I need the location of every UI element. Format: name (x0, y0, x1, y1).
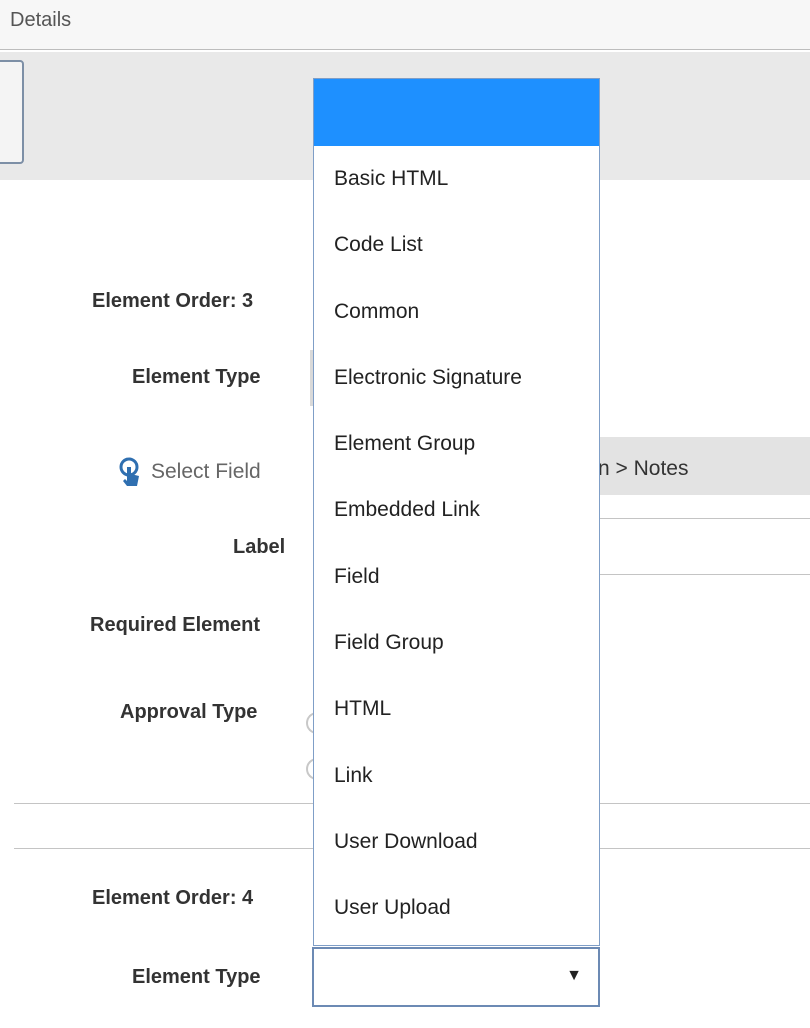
element-type-select[interactable]: ▼ (312, 947, 600, 1007)
approval-type-label: Approval Type (120, 701, 258, 723)
select-field-button[interactable]: Select Field (117, 457, 261, 487)
dropdown-option-html[interactable]: HTML (314, 676, 599, 742)
dropdown-option-empty[interactable] (314, 79, 599, 146)
required-element-label: Required Element (90, 614, 261, 636)
dropdown-option-electronic-signature[interactable]: Electronic Signature (314, 345, 599, 411)
label-label: Label (233, 536, 286, 558)
toolbar-button[interactable] (0, 60, 24, 164)
dropdown-option-field[interactable]: Field (314, 544, 599, 610)
select-field-label: Select Field (151, 460, 261, 483)
element-type-dropdown[interactable]: Basic HTML Code List Common Electronic S… (313, 78, 600, 946)
element-order-4-label: Element Order: 4 (92, 887, 254, 909)
touch-pointer-icon (119, 457, 139, 486)
dropdown-option-link[interactable]: Link (314, 743, 599, 809)
dropdown-option-field-group[interactable]: Field Group (314, 610, 599, 676)
caret-down-icon: ▼ (566, 967, 582, 984)
dropdown-option-user-upload[interactable]: User Upload (314, 875, 599, 941)
element-order-label: Element Order: 3 (92, 290, 254, 312)
dropdown-option-code-list[interactable]: Code List (314, 212, 599, 278)
details-tab[interactable]: Details (10, 9, 71, 32)
element-type-4-label: Element Type (132, 966, 261, 988)
label-input-top-border (598, 518, 810, 519)
element-type-label: Element Type (132, 366, 261, 388)
field-path: n > Notes (598, 437, 810, 495)
dropdown-option-user-download[interactable]: User Download (314, 809, 599, 875)
dropdown-option-element-group[interactable]: Element Group (314, 411, 599, 477)
label-input-bottom-border (598, 574, 810, 575)
dropdown-option-common[interactable]: Common (314, 279, 599, 345)
dropdown-option-embedded-link[interactable]: Embedded Link (314, 477, 599, 543)
details-tab-strip: Details (0, 0, 810, 50)
dropdown-option-basic-html[interactable]: Basic HTML (314, 146, 599, 212)
